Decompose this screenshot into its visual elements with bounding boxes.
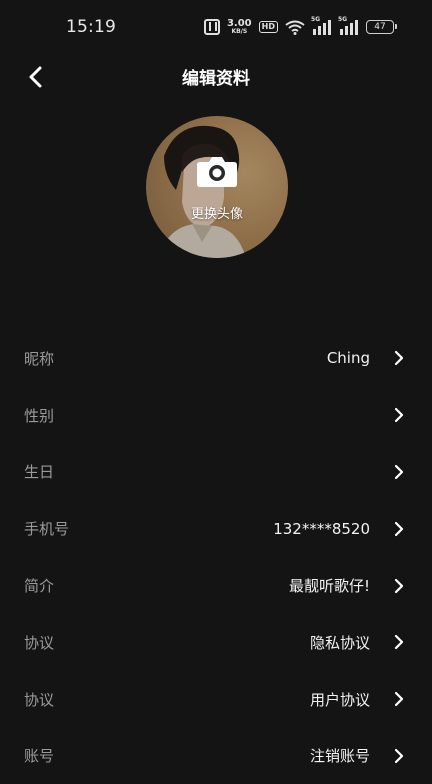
row-delete-account[interactable]: 账号 注销账号: [0, 728, 432, 784]
battery-icon: 47: [366, 20, 397, 34]
signal-sim2-icon: 5G: [338, 16, 359, 35]
hd-voice-icon: HD: [258, 21, 278, 33]
row-value: 最靓听歌仔!: [288, 577, 370, 596]
row-value: 注销账号: [309, 747, 370, 766]
change-avatar-button[interactable]: 更换头像: [146, 116, 288, 258]
sim1-network-tag: 5G: [311, 16, 321, 23]
row-label: 性别: [24, 406, 55, 425]
row-label: 简介: [24, 577, 55, 596]
row-label: 协议: [24, 633, 55, 652]
chevron-right-icon: [394, 578, 404, 593]
row-phone[interactable]: 手机号 132****8520: [0, 500, 432, 557]
status-bar: 15:19 3.00 KB/S HD 5G 5G 47: [0, 0, 432, 56]
battery-level: 47: [374, 22, 386, 32]
network-speed: 3.00 KB/S: [227, 19, 252, 35]
nfc-icon: [203, 19, 220, 35]
chevron-right-icon: [394, 635, 404, 650]
status-time: 15:19: [66, 17, 116, 37]
row-nickname[interactable]: 昵称 Ching: [0, 330, 432, 387]
row-value: 132****8520: [273, 519, 370, 538]
row-label: 账号: [24, 747, 55, 766]
row-bio[interactable]: 简介 最靓听歌仔!: [0, 557, 432, 614]
chevron-right-icon: [394, 464, 404, 480]
chevron-right-icon: [394, 692, 404, 707]
status-icons: 3.00 KB/S HD 5G 5G 47: [203, 16, 397, 37]
row-label: 昵称: [24, 349, 55, 368]
wifi-icon: [285, 19, 305, 35]
camera-icon: [197, 157, 237, 187]
network-speed-unit: KB/S: [231, 28, 248, 35]
row-label: 协议: [24, 690, 55, 709]
row-gender[interactable]: 性别: [0, 387, 432, 444]
row-birthday[interactable]: 生日: [0, 444, 432, 501]
row-value: 用户协议: [309, 690, 370, 709]
page-title: 编辑资料: [182, 69, 250, 89]
chevron-right-icon: [394, 351, 404, 366]
chevron-right-icon: [394, 521, 404, 536]
row-label: 手机号: [24, 520, 70, 539]
row-value: Ching: [326, 349, 370, 368]
change-avatar-label: 更换头像: [190, 207, 243, 222]
row-user-agreement[interactable]: 协议 用户协议: [0, 671, 432, 728]
profile-list: 昵称 Ching 性别 生日 手机号 132****8520 简介 最靓听歌仔!…: [0, 330, 432, 784]
chevron-right-icon: [394, 408, 404, 423]
row-privacy-agreement[interactable]: 协议 隐私协议: [0, 614, 432, 671]
chevron-right-icon: [394, 748, 404, 764]
row-label: 生日: [24, 463, 55, 482]
signal-sim1-icon: 5G: [311, 16, 332, 35]
sim2-network-tag: 5G: [338, 16, 348, 23]
row-value: 隐私协议: [309, 633, 370, 652]
